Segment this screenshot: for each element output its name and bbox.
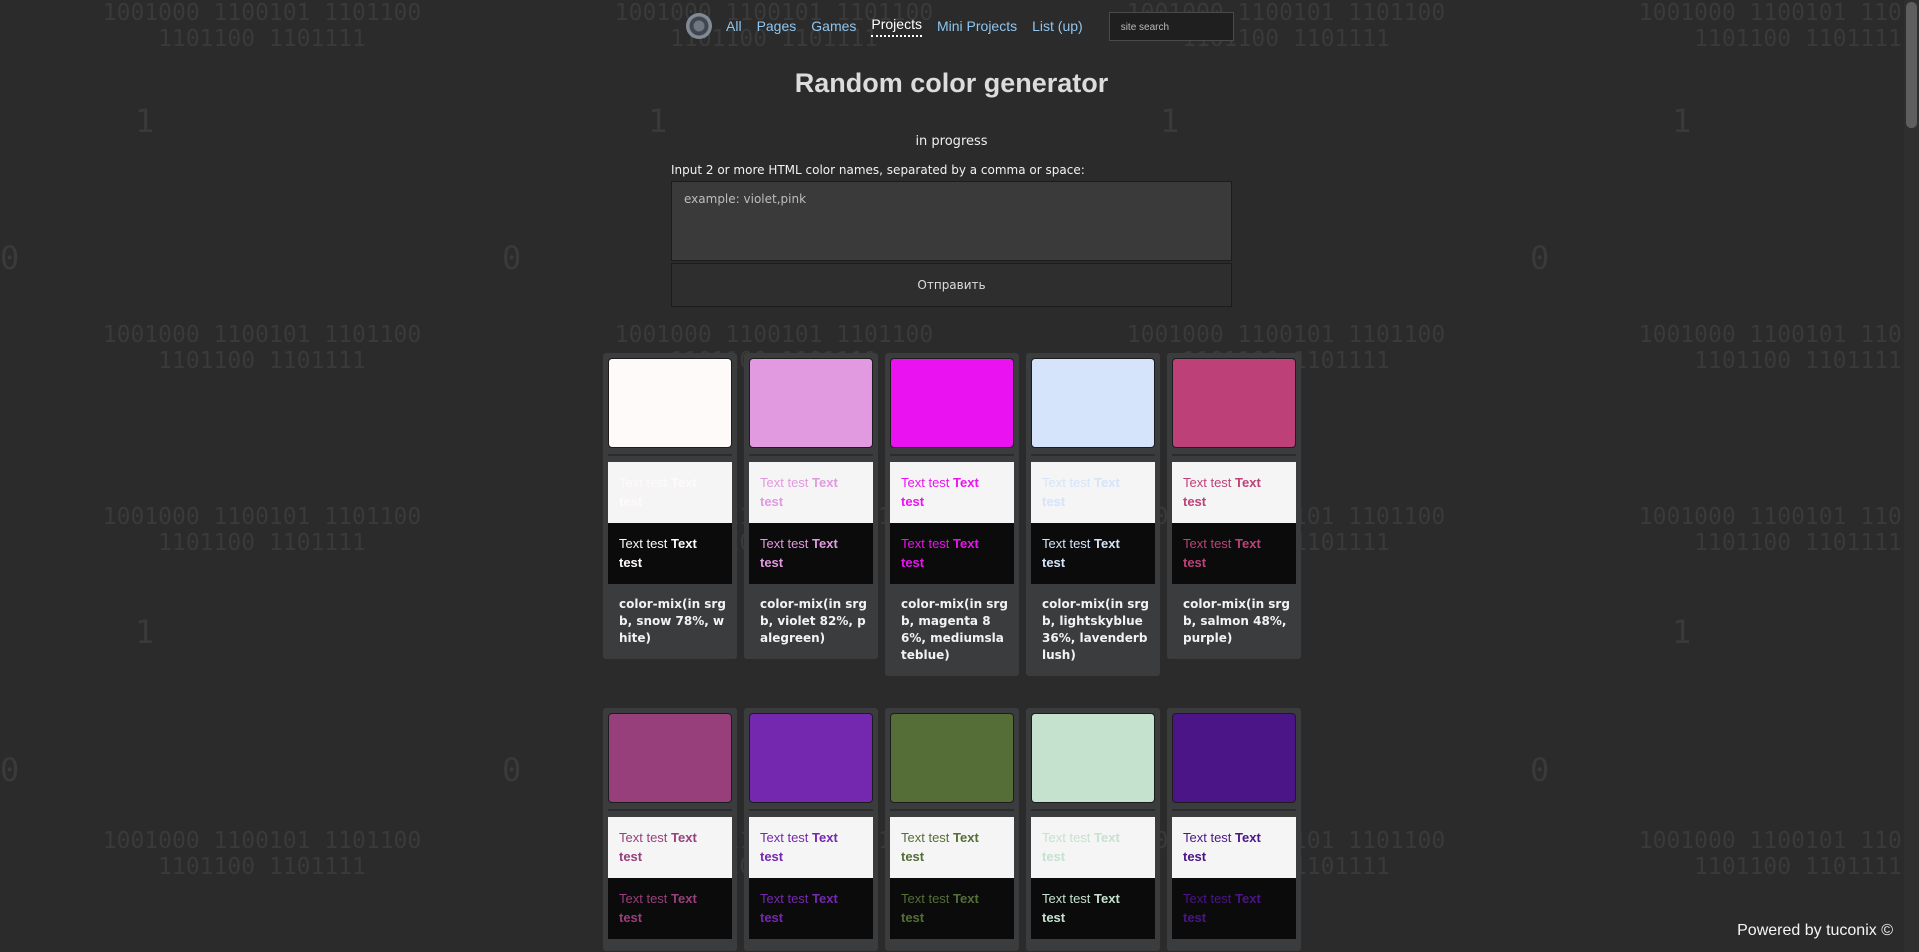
nav-link-projects[interactable]: Projects xyxy=(871,16,922,37)
color-mix-formula: color-mix(in srgb, lightskyblue 36%, lav… xyxy=(1042,597,1149,662)
nav-link-mini-projects[interactable]: Mini Projects xyxy=(937,18,1017,34)
color-card: Text test Text test Text test Text test co… xyxy=(603,353,737,659)
color-card: Text test Text test Text test Text test co… xyxy=(1026,353,1160,676)
light-background-sample: Text test Text test xyxy=(608,462,732,523)
color-card: Text test Text test Text test Text test co… xyxy=(1167,353,1301,659)
nav-link-all[interactable]: All xyxy=(726,18,742,34)
color-card: Text test Text test Text test Text test xyxy=(744,708,878,951)
sample-text: Text test xyxy=(619,891,672,906)
color-card: Text test Text test Text test Text test co… xyxy=(744,353,878,659)
color-swatch xyxy=(890,713,1014,803)
color-mix-formula: color-mix(in srgb, snow 78%, white) xyxy=(619,597,726,645)
color-mix-formula: color-mix(in srgb, violet 82%, palegreen… xyxy=(760,597,867,645)
dark-background-sample: Text test Text test xyxy=(749,878,873,939)
color-card: Text test Text test Text test Text test xyxy=(885,708,1019,951)
sample-text: Text test xyxy=(1183,475,1236,490)
status-text: in progress xyxy=(915,134,988,149)
sample-text: Text test xyxy=(1042,830,1095,845)
color-mix-formula: color-mix(in srgb, magenta 86%, mediumsl… xyxy=(901,597,1008,662)
sample-text: Text test xyxy=(619,830,672,845)
nav-link-pages[interactable]: Pages xyxy=(757,18,797,34)
divider xyxy=(1031,454,1155,456)
color-card: Text test Text test Text test Text test xyxy=(603,708,737,951)
divider xyxy=(749,809,873,811)
color-card: Text test Text test Text test Text test co… xyxy=(885,353,1019,676)
dark-background-sample: Text test Text test xyxy=(1031,878,1155,939)
light-background-sample: Text test Text test xyxy=(890,462,1014,523)
light-background-sample: Text test Text test xyxy=(608,817,732,878)
site-search-input[interactable]: site search xyxy=(1108,11,1234,41)
divider xyxy=(890,809,1014,811)
light-background-sample: Text test Text test xyxy=(1172,462,1296,523)
color-swatch xyxy=(1031,358,1155,448)
sample-text: Text test xyxy=(760,891,813,906)
dark-background-sample: Text test Text test xyxy=(608,878,732,939)
input-prompt-label: Input 2 or more HTML color names, separa… xyxy=(671,163,1085,177)
color-swatch xyxy=(608,713,732,803)
color-swatch xyxy=(1031,713,1155,803)
color-swatch xyxy=(749,358,873,448)
divider xyxy=(890,454,1014,456)
sample-text: Text test xyxy=(901,891,954,906)
sample-text: Text test xyxy=(1042,536,1095,551)
nav-link-list-up[interactable]: List (up) xyxy=(1032,18,1083,34)
dark-background-sample: Text test Text test xyxy=(1031,523,1155,584)
color-card: Text test Text test Text test Text test xyxy=(1167,708,1301,951)
page: All Pages Games Projects Mini Projects L… xyxy=(0,0,1919,952)
color-card: Text test Text test Text test Text test xyxy=(1026,708,1160,951)
color-swatch xyxy=(749,713,873,803)
divider xyxy=(1172,454,1296,456)
sample-text: Text test xyxy=(1042,475,1095,490)
dark-background-sample: Text test Text test xyxy=(749,523,873,584)
light-background-sample: Text test Text test xyxy=(749,462,873,523)
sample-text: Text test xyxy=(760,475,813,490)
sample-text: Text test xyxy=(901,475,954,490)
footer-credit: Powered by tuconix © xyxy=(1737,922,1893,939)
sample-text: Text test xyxy=(760,536,813,551)
light-background-sample: Text test Text test xyxy=(890,817,1014,878)
sample-text: Text test xyxy=(1183,830,1236,845)
dark-background-sample: Text test Text test xyxy=(890,878,1014,939)
dark-background-sample: Text test Text test xyxy=(890,523,1014,584)
sample-text: Text test xyxy=(619,536,672,551)
page-title: Random color generator xyxy=(794,68,1109,98)
color-swatch xyxy=(1172,713,1296,803)
light-background-sample: Text test Text test xyxy=(1031,817,1155,878)
divider xyxy=(608,454,732,456)
sample-text: Text test xyxy=(901,830,954,845)
submit-button[interactable]: Отправить xyxy=(671,263,1232,307)
color-swatch xyxy=(890,358,1014,448)
sample-text: Text test xyxy=(901,536,954,551)
nav-link-games[interactable]: Games xyxy=(811,18,856,34)
color-swatch xyxy=(608,358,732,448)
light-background-sample: Text test Text test xyxy=(1031,462,1155,523)
divider xyxy=(1172,809,1296,811)
dark-background-sample: Text test Text test xyxy=(1172,523,1296,584)
sample-text: Text test xyxy=(619,475,672,490)
site-logo-icon[interactable] xyxy=(686,13,712,39)
color-names-input[interactable] xyxy=(671,181,1232,261)
color-swatch xyxy=(1172,358,1296,448)
dark-background-sample: Text test Text test xyxy=(608,523,732,584)
dark-background-sample: Text test Text test xyxy=(1172,878,1296,939)
light-background-sample: Text test Text test xyxy=(1172,817,1296,878)
color-mix-formula: color-mix(in srgb, salmon 48%, purple) xyxy=(1183,597,1290,645)
divider xyxy=(1031,809,1155,811)
sample-text: Text test xyxy=(1183,891,1236,906)
sample-text: Text test xyxy=(1042,891,1095,906)
divider xyxy=(608,809,732,811)
sample-text: Text test xyxy=(1183,536,1236,551)
top-navigation: All Pages Games Projects Mini Projects L… xyxy=(686,11,1234,41)
sample-text: Text test xyxy=(760,830,813,845)
divider xyxy=(749,454,873,456)
light-background-sample: Text test Text test xyxy=(749,817,873,878)
